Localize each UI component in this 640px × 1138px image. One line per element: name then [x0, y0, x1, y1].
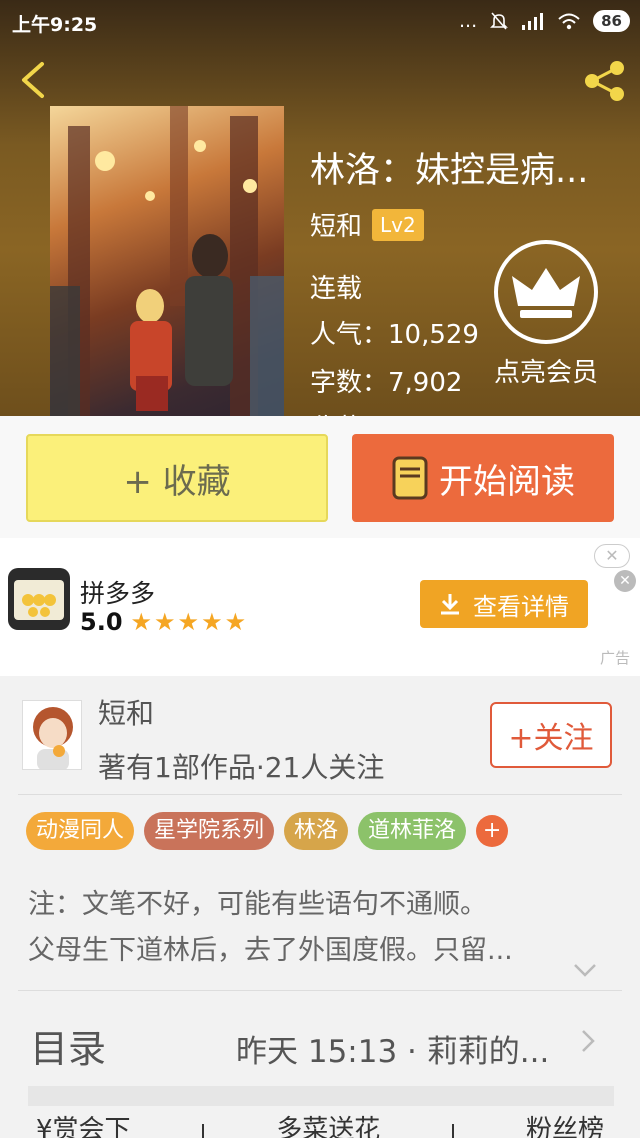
ad-label: 广告: [599, 649, 630, 667]
tab-reward[interactable]: ¥赏会下: [36, 1109, 131, 1138]
description-line: 父母生下道林后，去了外国度假。只留...: [28, 935, 513, 966]
signal-icon: [522, 13, 544, 30]
toc-latest-chapter: 昨天 15:13 · 莉莉的...: [236, 1034, 550, 1070]
tag-item[interactable]: 动漫同人: [26, 812, 135, 850]
ad-app-name: 拼多多: [80, 579, 156, 608]
bottom-tabs: ¥赏会下 多菜送花 粉丝榜: [0, 1106, 640, 1138]
ad-details-button[interactable]: 查看详情: [420, 580, 588, 628]
avatar[interactable]: [22, 700, 82, 770]
author-row: 短和 Lv2: [310, 206, 424, 243]
vip-button[interactable]: 点亮会员: [486, 240, 606, 390]
status-icons: ... 86: [459, 10, 630, 32]
tab-fans[interactable]: 粉丝榜: [526, 1109, 604, 1138]
book-description[interactable]: 注：文笔不好，可能有些语句不通顺。 父母生下道林后，去了外国度假。只留...: [28, 882, 618, 974]
ad-banner[interactable]: 拼多多 5.0 ★★★★★ 查看详情 ✕ ✕ 广告: [0, 538, 640, 676]
mute-bell-icon: [490, 12, 509, 30]
book-header: 上午9:25 ... 86 林洛：妹控是病... 短和 Lv2 连载 人气：10…: [0, 0, 640, 416]
table-of-contents-row[interactable]: 目录 昨天 15:13 · 莉莉的...: [0, 996, 640, 1086]
ad-app-icon: [8, 568, 70, 630]
chevron-down-icon[interactable]: [572, 962, 598, 978]
book-popularity: 人气：10,529: [310, 320, 479, 350]
tag-item[interactable]: 道林菲洛: [358, 812, 467, 850]
download-icon: [441, 594, 459, 615]
ad-dismiss-icon[interactable]: ✕: [614, 570, 636, 592]
divider: [18, 990, 622, 991]
cover-illustration: [50, 106, 284, 416]
collect-button[interactable]: + 收藏: [26, 434, 328, 522]
section-separator: [28, 1086, 614, 1106]
ad-rating: 5.0 ★★★★★: [80, 608, 248, 636]
battery-indicator: 86: [593, 10, 630, 32]
add-tag-button[interactable]: +: [476, 815, 509, 847]
book-title: 林洛：妹控是病...: [310, 151, 589, 191]
toc-title: 目录: [30, 1027, 107, 1071]
status-time: 上午9:25: [12, 14, 98, 36]
crown-icon: [494, 240, 598, 344]
tag-item[interactable]: 星学院系列: [144, 812, 275, 850]
follow-button[interactable]: +关注: [490, 702, 612, 768]
tab-flowers[interactable]: 多菜送花: [276, 1109, 380, 1138]
vip-label: 点亮会员: [493, 358, 598, 388]
tag-list: 动漫同人 星学院系列 林洛 道林菲洛 +: [26, 812, 509, 850]
tab-separator: [452, 1124, 455, 1138]
book-detail-screen: 上午9:25 ... 86 林洛：妹控是病... 短和 Lv2 连载 人气：10…: [0, 0, 640, 1138]
divider: [18, 794, 622, 795]
start-reading-label: 开始阅读: [439, 461, 575, 502]
wifi-icon: [558, 13, 580, 30]
book-icon: [392, 456, 428, 500]
status-bar: 上午9:25 ... 86: [0, 0, 640, 44]
back-arrow-icon[interactable]: [16, 58, 56, 102]
action-bar: + 收藏 开始阅读: [0, 416, 640, 538]
author-level-badge: Lv2: [372, 208, 424, 241]
ad-details-label: 查看详情: [473, 592, 569, 621]
tab-separator: [202, 1124, 205, 1138]
book-status: 连载: [310, 274, 363, 304]
book-word-count: 字数：7,902: [310, 368, 463, 398]
tag-item[interactable]: 林洛: [284, 812, 349, 850]
author-section: 短和 著有1部作品·21人关注 +关注 动漫同人 星学院系列 林洛 道林菲洛 +…: [0, 676, 640, 1138]
book-collections: 收藏：...: [310, 408, 413, 416]
book-cover-image[interactable]: [50, 106, 284, 416]
share-icon[interactable]: [580, 56, 630, 106]
author-name[interactable]: 短和: [310, 206, 362, 243]
rating-stars-icon: ★★★★★: [130, 608, 249, 636]
ad-rating-value: 5.0: [80, 608, 123, 636]
description-line: 注：文笔不好，可能有些语句不通顺。: [28, 889, 487, 920]
author-card-name[interactable]: 短和: [98, 692, 154, 732]
ad-close-icon[interactable]: ✕: [594, 544, 630, 568]
chevron-right-icon: [582, 1030, 595, 1052]
author-stats: 著有1部作品·21人关注: [98, 751, 385, 784]
start-reading-button[interactable]: 开始阅读: [352, 434, 614, 522]
more-dots-icon: ...: [459, 10, 478, 32]
